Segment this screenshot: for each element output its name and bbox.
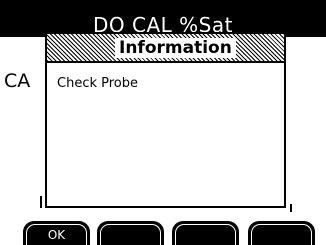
dialog-title: Information — [115, 38, 236, 58]
softkey-1-label: OK — [47, 228, 66, 242]
softkey-1-ok-button[interactable]: OK — [23, 221, 90, 245]
softkey-4-border — [251, 224, 312, 245]
softkey-2-button[interactable] — [97, 221, 164, 245]
softkey-2-border — [100, 224, 161, 245]
background-frame-bottom-right — [286, 204, 292, 212]
dialog-header: Information — [47, 34, 284, 63]
softkey-4-button[interactable] — [248, 221, 315, 245]
softkey-3-border — [175, 224, 236, 245]
softkey-3-button[interactable] — [172, 221, 239, 245]
device-screen: DO CAL %Sat CA Information Check Probe O… — [0, 0, 326, 245]
dialog-message: Check Probe — [57, 76, 138, 91]
background-label: CA — [4, 70, 31, 92]
information-dialog: Information Check Probe — [45, 32, 286, 208]
